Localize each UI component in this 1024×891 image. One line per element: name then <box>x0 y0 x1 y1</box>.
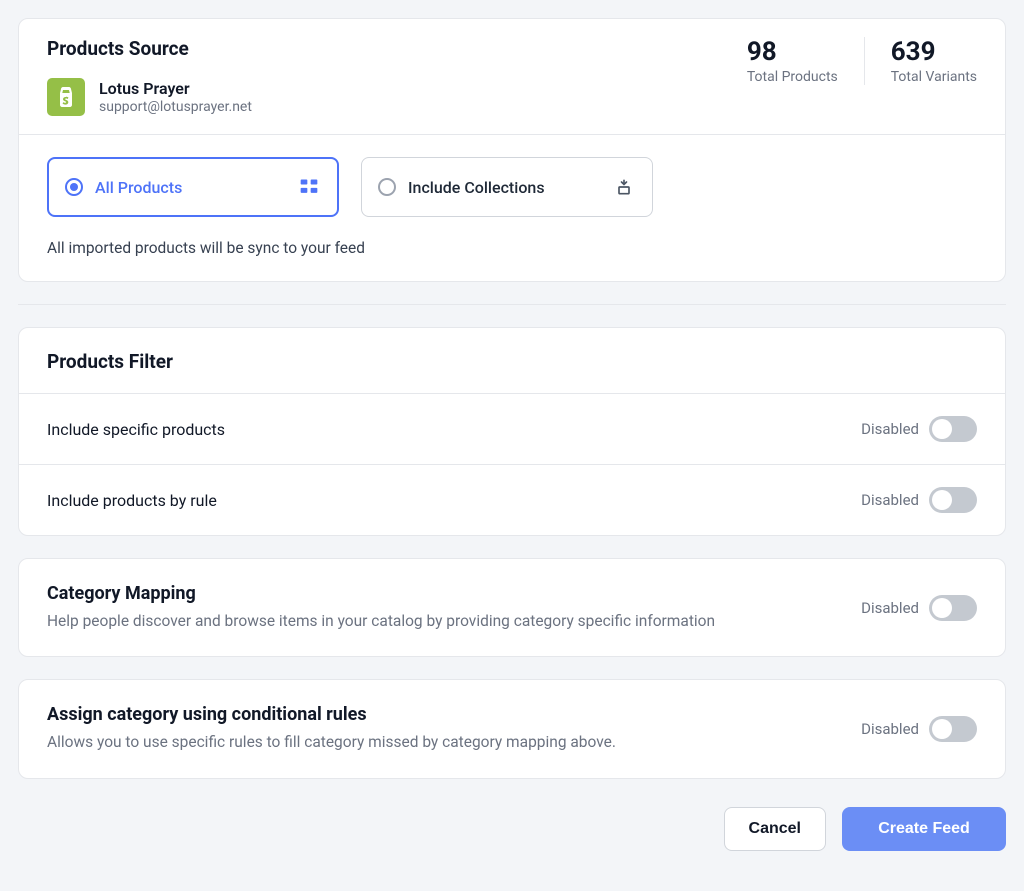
products-source-title: Products Source <box>47 37 252 60</box>
category-mapping-text: Category Mapping Help people discover an… <box>47 583 715 632</box>
toggle-group-conditional-rules: Disabled <box>861 716 977 742</box>
stat-products-label: Total Products <box>747 69 838 85</box>
category-mapping-desc: Help people discover and browse items in… <box>47 610 715 632</box>
category-mapping-card: Category Mapping Help people discover an… <box>18 558 1006 657</box>
conditional-rules-row: Assign category using conditional rules … <box>19 680 1005 777</box>
option-include-collections[interactable]: Include Collections <box>361 157 653 217</box>
conditional-rules-text: Assign category using conditional rules … <box>47 704 616 753</box>
store-row: Lotus Prayer support@lotusprayer.net <box>47 78 252 116</box>
products-source-card: Products Source Lotus Prayer support@lot… <box>18 18 1006 282</box>
stat-products-value: 98 <box>747 37 838 67</box>
source-options: All Products Include Collections All imp… <box>19 134 1005 281</box>
category-mapping-row: Category Mapping Help people discover an… <box>19 559 1005 656</box>
store-name: Lotus Prayer <box>99 79 252 98</box>
collections-icon <box>614 177 634 197</box>
create-feed-button[interactable]: Create Feed <box>842 807 1006 851</box>
toggle-state-include-specific: Disabled <box>861 420 919 438</box>
products-filter-title: Products Filter <box>47 350 977 373</box>
filter-row-include-specific: Include specific products Disabled <box>19 393 1005 464</box>
store-email: support@lotusprayer.net <box>99 99 252 115</box>
source-option-row: All Products Include Collections <box>47 157 977 217</box>
toggle-category-mapping[interactable] <box>929 595 977 621</box>
cancel-button[interactable]: Cancel <box>724 807 826 851</box>
category-mapping-title: Category Mapping <box>47 583 715 604</box>
products-grid-icon <box>299 177 319 197</box>
products-source-left: Products Source Lotus Prayer support@lot… <box>47 37 252 116</box>
toggle-state-by-rule: Disabled <box>861 491 919 509</box>
toggle-group-by-rule: Disabled <box>861 487 977 513</box>
filter-label-include-specific: Include specific products <box>47 420 225 439</box>
toggle-by-rule[interactable] <box>929 487 977 513</box>
option-all-products[interactable]: All Products <box>47 157 339 217</box>
toggle-group-include-specific: Disabled <box>861 416 977 442</box>
conditional-rules-title: Assign category using conditional rules <box>47 704 616 725</box>
conditional-rules-desc: Allows you to use specific rules to fill… <box>47 731 616 753</box>
shopify-icon <box>47 78 85 116</box>
filter-label-by-rule: Include products by rule <box>47 491 217 510</box>
products-source-header: Products Source Lotus Prayer support@lot… <box>19 19 1005 134</box>
toggle-group-category-mapping: Disabled <box>861 595 977 621</box>
source-hint-text: All imported products will be sync to yo… <box>47 239 977 257</box>
filter-row-by-rule: Include products by rule Disabled <box>19 464 1005 535</box>
toggle-state-category-mapping: Disabled <box>861 599 919 617</box>
option-all-products-label: All Products <box>95 178 182 197</box>
stat-variants-value: 639 <box>891 37 977 67</box>
footer-actions: Cancel Create Feed <box>18 801 1006 851</box>
products-filter-card: Products Filter Include specific product… <box>18 327 1006 536</box>
toggle-conditional-rules[interactable] <box>929 716 977 742</box>
stat-variants-label: Total Variants <box>891 69 977 85</box>
stats-block: 98 Total Products 639 Total Variants <box>747 37 977 85</box>
stat-total-variants: 639 Total Variants <box>891 37 977 85</box>
radio-off-icon <box>378 178 396 196</box>
radio-on-icon <box>65 178 83 196</box>
divider <box>18 304 1006 305</box>
products-filter-header: Products Filter <box>19 328 1005 393</box>
toggle-include-specific[interactable] <box>929 416 977 442</box>
conditional-rules-card: Assign category using conditional rules … <box>18 679 1006 778</box>
stat-total-products: 98 Total Products <box>747 37 865 85</box>
store-text-block: Lotus Prayer support@lotusprayer.net <box>99 79 252 115</box>
option-include-collections-label: Include Collections <box>408 178 545 197</box>
toggle-state-conditional-rules: Disabled <box>861 720 919 738</box>
